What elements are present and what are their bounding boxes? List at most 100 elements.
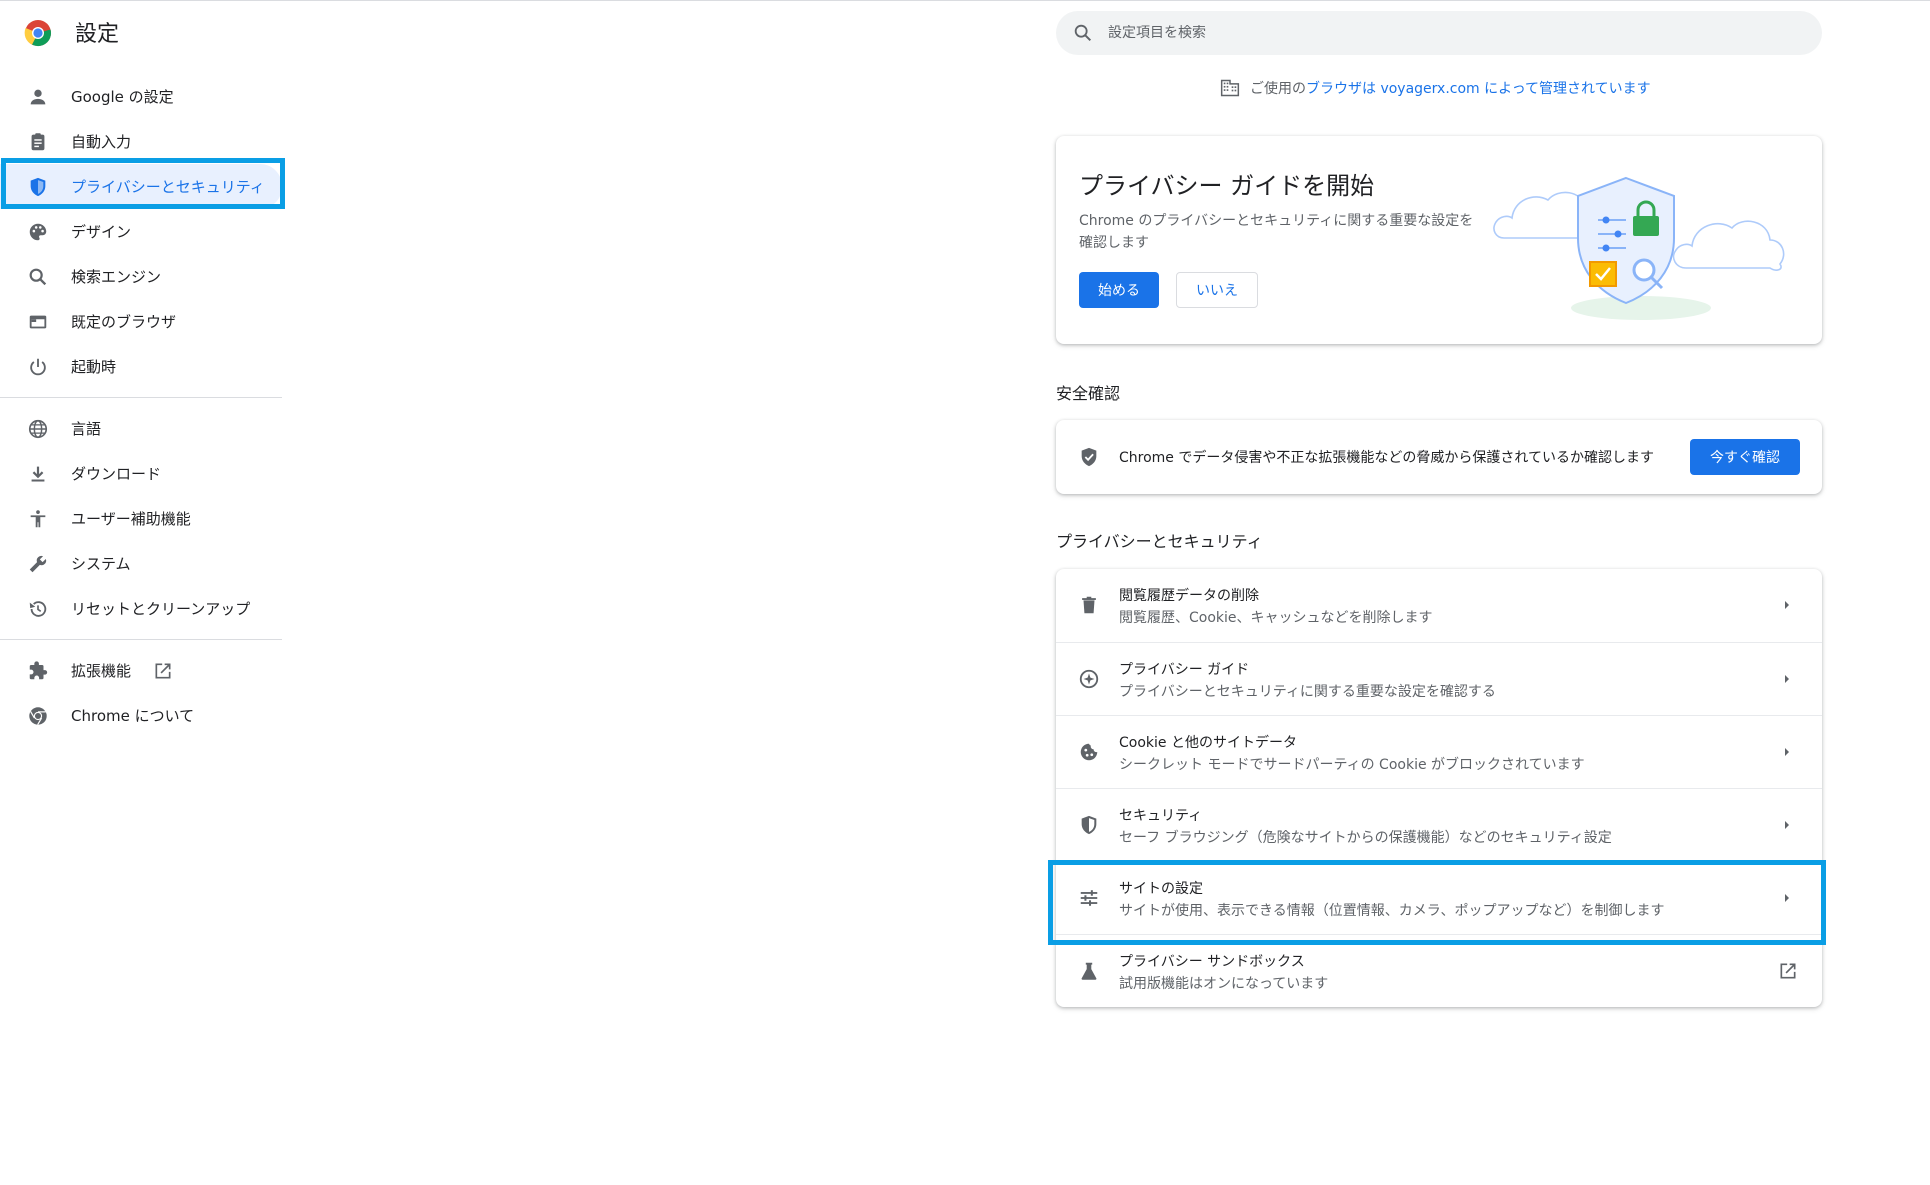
globe-icon <box>28 419 48 438</box>
sidebar-item-label: リセットとクリーンアップ <box>71 600 251 618</box>
puzzle-icon <box>29 660 48 679</box>
sidebar-divider <box>0 397 282 398</box>
person-icon <box>30 89 46 104</box>
sidebar-item-label: Google の設定 <box>71 88 174 106</box>
trash-icon <box>1082 596 1096 614</box>
tune-icon <box>1080 890 1098 906</box>
privacy-guide-title: プライバシー ガイドを開始 <box>1079 172 1375 200</box>
row-clear-browsing-data[interactable]: 閲覧履歴データの削除 閲覧履歴、Cookie、キャッシュなどを削除します <box>1056 569 1822 642</box>
sidebar-item-about-chrome[interactable]: Chrome について <box>0 693 282 738</box>
privacy-guide-illustration-icon <box>1493 176 1785 320</box>
sidebar-item-privacy[interactable]: プライバシーとセキュリティ <box>0 164 282 209</box>
compass-icon <box>1079 669 1099 689</box>
safety-check-text: Chrome でデータ侵害や不正な拡張機能などの脅威から保護されているか確認しま… <box>1119 450 1654 466</box>
row-privacy-guide[interactable]: プライバシー ガイド プライバシーとセキュリティに関する重要な設定を確認する <box>1056 642 1822 715</box>
sidebar-item-reset[interactable]: リセットとクリーンアップ <box>0 586 282 631</box>
sidebar-item-search-engine[interactable]: 検索エンジン <box>0 254 282 299</box>
privacy-guide-card: プライバシー ガイドを開始 Chrome のプライバシーとセキュリティに関する重… <box>1056 136 1822 344</box>
sidebar-item-system[interactable]: システム <box>0 541 282 586</box>
sidebar-item-language[interactable]: 言語 <box>0 406 282 451</box>
safety-check-heading: 安全確認 <box>1056 384 1121 403</box>
browser-icon <box>29 315 47 328</box>
managed-suffix[interactable]: は voyagerx.com によって管理されています <box>1362 78 1651 98</box>
chrome-logo-icon <box>24 20 51 47</box>
chevron-right-icon <box>1785 601 1789 609</box>
row-site-settings[interactable]: サイトの設定 サイトが使用、表示できる情報（位置情報、カメラ、ポップアップなど）… <box>1056 861 1822 934</box>
privacy-section-heading: プライバシーとセキュリティ <box>1056 532 1263 551</box>
sidebar-item-label: 検索エンジン <box>71 268 162 286</box>
sidebar-item-design[interactable]: デザイン <box>0 209 282 254</box>
sidebar-item-google[interactable]: Google の設定 <box>0 74 282 119</box>
download-icon <box>31 466 45 482</box>
open-in-new-icon[interactable] <box>1778 961 1798 981</box>
open-in-new-icon <box>155 663 171 678</box>
chevron-right-icon <box>1785 821 1789 829</box>
search-icon <box>1074 24 1092 42</box>
row-title: プライバシー サンドボックス <box>1119 954 1305 970</box>
row-subtitle: プライバシーとセキュリティに関する重要な設定を確認する <box>1119 684 1496 700</box>
search-input[interactable] <box>1108 25 1788 41</box>
sidebar-item-label: 言語 <box>71 420 102 438</box>
privacy-guide-description: Chrome のプライバシーとセキュリティに関する重要な設定を確認します <box>1079 213 1474 251</box>
chevron-right-icon <box>1785 675 1789 683</box>
history-icon <box>29 600 47 617</box>
search-bar[interactable] <box>1056 11 1822 55</box>
sidebar-item-label: Chrome について <box>71 707 195 725</box>
sidebar-item-label: プライバシーとセキュリティ <box>71 178 265 196</box>
shield-icon <box>30 177 46 196</box>
sidebar-item-label: デザイン <box>71 223 132 241</box>
sidebar-item-label: 既定のブラウザ <box>71 313 177 331</box>
no-thanks-button[interactable]: いいえ <box>1176 272 1258 308</box>
row-privacy-sandbox[interactable]: プライバシー サンドボックス 試用版機能はオンになっています <box>1056 934 1822 1007</box>
sidebar-item-label: 拡張機能 <box>71 662 132 680</box>
row-subtitle: シークレット モードでサードパーティの Cookie がブロックされています <box>1119 757 1585 773</box>
row-subtitle: サイトが使用、表示できる情報（位置情報、カメラ、ポップアップなど）を制御します <box>1119 903 1665 919</box>
shield-check-icon <box>1081 447 1097 467</box>
page-title: 設定 <box>75 22 120 47</box>
row-subtitle: 閲覧履歴、Cookie、キャッシュなどを削除します <box>1119 610 1433 626</box>
row-title: サイトの設定 <box>1119 881 1203 897</box>
cookie-icon <box>1080 743 1098 761</box>
managed-notice: ご使用の ブラウザは voyagerx.com によって管理されています <box>1220 78 1651 98</box>
power-icon <box>30 358 46 375</box>
check-now-button[interactable]: 今すぐ確認 <box>1690 439 1800 475</box>
sidebar-item-autofill[interactable]: 自動入力 <box>0 119 282 164</box>
sidebar-item-label: 起動時 <box>71 358 117 376</box>
sidebar-item-extensions[interactable]: 拡張機能 <box>0 648 282 693</box>
row-security[interactable]: セキュリティ セーフ ブラウジング（危険なサイトからの保護機能）などのセキュリテ… <box>1056 788 1822 861</box>
palette-icon <box>29 223 47 240</box>
row-subtitle: 試用版機能はオンになっています <box>1119 976 1329 992</box>
row-title: Cookie と他のサイトデータ <box>1119 735 1297 751</box>
accessibility-icon <box>30 509 46 527</box>
search-icon <box>29 268 47 285</box>
clipboard-icon <box>31 132 45 150</box>
wrench-icon <box>29 555 47 572</box>
chevron-right-icon <box>1785 894 1789 902</box>
sidebar: Google の設定 自動入力 プライバシーとセキュリティ デザイン 検索エンジ… <box>0 74 282 738</box>
sidebar-item-label: 自動入力 <box>71 133 132 151</box>
row-title: プライバシー ガイド <box>1119 662 1250 678</box>
row-title: 閲覧履歴データの削除 <box>1119 588 1259 604</box>
row-subtitle: セーフ ブラウジング（危険なサイトからの保護機能）などのセキュリティ設定 <box>1119 830 1612 846</box>
sidebar-item-download[interactable]: ダウンロード <box>0 451 282 496</box>
sidebar-divider <box>0 639 282 640</box>
sidebar-item-default-browser[interactable]: 既定のブラウザ <box>0 299 282 344</box>
chevron-right-icon <box>1785 748 1789 756</box>
sidebar-item-label: システム <box>71 555 131 573</box>
start-button[interactable]: 始める <box>1079 272 1159 308</box>
sidebar-item-label: ユーザー補助機能 <box>71 510 191 528</box>
managed-link[interactable]: ブラウザ <box>1306 78 1362 98</box>
chrome-icon <box>29 706 47 725</box>
safety-check-card: Chrome でデータ侵害や不正な拡張機能などの脅威から保護されているか確認しま… <box>1056 420 1822 494</box>
building-icon <box>1220 79 1240 97</box>
sidebar-item-startup[interactable]: 起動時 <box>0 344 282 389</box>
flask-icon <box>1081 962 1097 980</box>
shield-icon <box>1081 815 1097 835</box>
sidebar-item-label: ダウンロード <box>71 465 162 483</box>
managed-prefix: ご使用の <box>1250 81 1306 97</box>
row-cookies[interactable]: Cookie と他のサイトデータ シークレット モードでサードパーティの Coo… <box>1056 715 1822 788</box>
sidebar-item-accessibility[interactable]: ユーザー補助機能 <box>0 496 282 541</box>
privacy-security-card: 閲覧履歴データの削除 閲覧履歴、Cookie、キャッシュなどを削除します プライ… <box>1056 569 1822 1007</box>
top-border <box>0 0 1930 1</box>
row-title: セキュリティ <box>1119 808 1203 824</box>
